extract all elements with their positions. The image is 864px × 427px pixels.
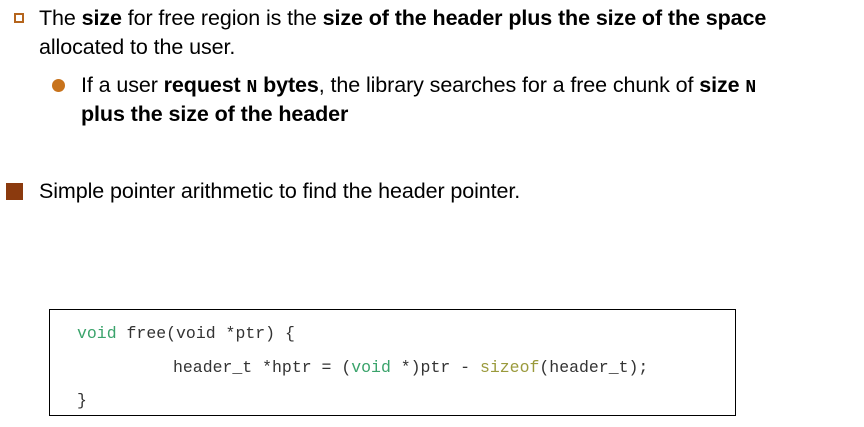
code-text-ptr-param: *ptr) { bbox=[215, 324, 295, 343]
bullet-1-text-a: The bbox=[39, 6, 82, 30]
bullet-1-line-2: allocated to the user. bbox=[39, 35, 236, 59]
bullet-2-mono-n-2: N bbox=[745, 78, 757, 98]
bullet-1-bold-size: size bbox=[81, 6, 122, 30]
bullet-1-text-b: for free region is the bbox=[121, 6, 323, 30]
code-text-decl: header_t *hptr = ( bbox=[173, 358, 352, 377]
circle-bullet-icon bbox=[52, 79, 65, 92]
bullet-2-line-1: If a user request N bytes, the library s… bbox=[81, 71, 756, 103]
bullet-2-bold-bytes: bytes bbox=[257, 73, 319, 97]
bullet-1-bold-phrase: size of the header plus the size of the … bbox=[322, 6, 767, 30]
bullet-3-text: Simple pointer arithmetic to find the he… bbox=[39, 179, 521, 203]
code-text-void-param: void bbox=[176, 324, 216, 343]
code-keyword-void-2: void bbox=[351, 358, 391, 377]
code-text-cast: *)ptr - bbox=[390, 358, 480, 377]
bullet-2-bold-line-2: plus the size of the header bbox=[81, 102, 349, 126]
bullet-2-mono-n-1: N bbox=[246, 78, 258, 98]
code-keyword-void-1: void bbox=[77, 324, 117, 343]
code-text-free: free( bbox=[116, 324, 177, 343]
code-line-1: void free(void *ptr) { bbox=[77, 324, 295, 344]
filled-square-bullet-icon bbox=[6, 183, 23, 200]
bullet-2-bold-request: request bbox=[163, 73, 247, 97]
code-line-2: header_t *hptr = (void *)ptr - sizeof(he… bbox=[173, 358, 648, 378]
code-text-arg: (header_t); bbox=[539, 358, 649, 377]
bullet-2-line-2: plus the size of the header bbox=[81, 100, 348, 129]
bullet-1-line-1: The size for free region is the size of … bbox=[39, 4, 766, 33]
code-sizeof: sizeof bbox=[479, 358, 540, 377]
hollow-square-bullet-icon bbox=[14, 13, 24, 23]
bullet-2-text-b: , the library searches for a free chunk … bbox=[318, 73, 700, 97]
bullet-2-text-a: If a user bbox=[81, 73, 164, 97]
code-line-3: } bbox=[77, 391, 87, 410]
bullet-2-bold-size: size bbox=[699, 73, 746, 97]
